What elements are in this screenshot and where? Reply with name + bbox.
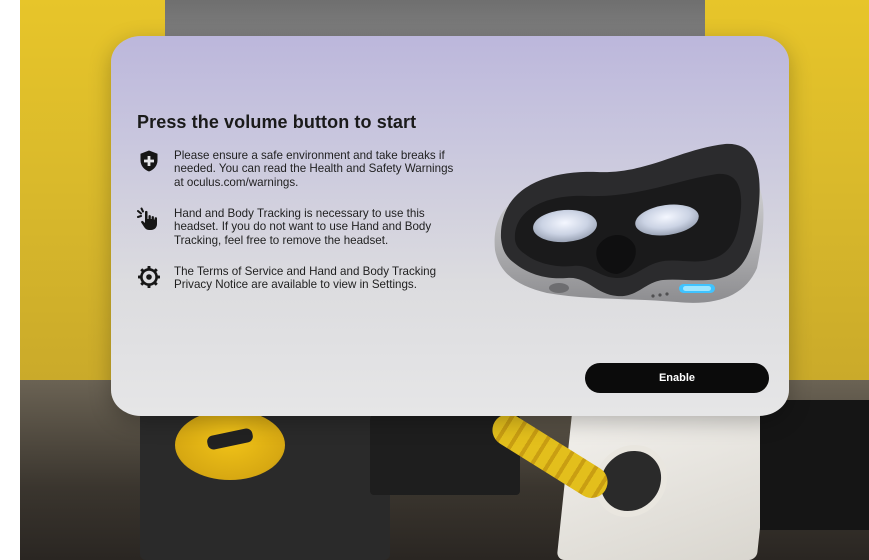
setup-dialog: Press the volume button to start Please … xyxy=(111,36,789,416)
background-yellow-device xyxy=(175,410,285,480)
info-item-text: Please ensure a safe environment and tak… xyxy=(174,149,454,189)
info-item-safety: Please ensure a safe environment and tak… xyxy=(137,149,457,189)
settings-gear-icon xyxy=(137,265,161,289)
headset-illustration xyxy=(494,143,764,303)
shield-plus-icon xyxy=(137,149,161,173)
info-item-terms: The Terms of Service and Hand and Body T… xyxy=(137,265,457,292)
dialog-title: Press the volume button to start xyxy=(137,112,417,132)
info-item-tracking: Hand and Body Tracking is necessary to u… xyxy=(137,207,457,247)
hand-pointer-icon xyxy=(137,207,161,231)
background-shelf xyxy=(760,400,869,530)
enable-button[interactable]: Enable xyxy=(585,363,769,393)
background-edge xyxy=(0,0,20,560)
info-item-text: Hand and Body Tracking is necessary to u… xyxy=(174,207,432,247)
info-item-text: The Terms of Service and Hand and Body T… xyxy=(174,265,437,292)
